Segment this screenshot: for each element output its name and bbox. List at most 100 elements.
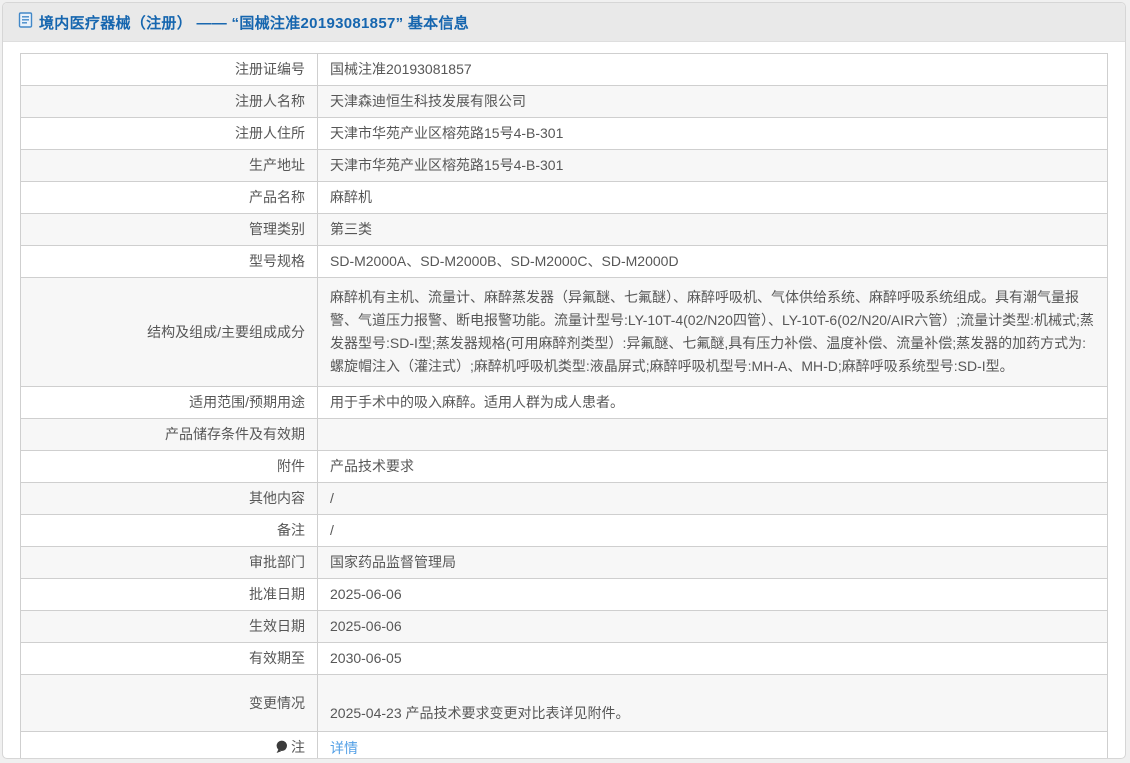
field-label: 型号规格: [249, 253, 305, 269]
table-row: 批准日期 2025-06-06: [20, 578, 1108, 611]
field-value-cell: 产品技术要求: [317, 450, 1108, 483]
balloon-icon: [275, 740, 288, 758]
field-value: 国家药品监督管理局: [330, 554, 456, 570]
field-value-cell: 麻醉机: [317, 181, 1108, 214]
registration-table: 注册证编号 国械注准20193081857 注册人名称 天津森迪恒生科技发展有限公司注…: [20, 53, 1108, 758]
field-value: 用于手术中的吸入麻醉。适用人群为成人患者。: [330, 394, 624, 410]
field-value-cell: 2025-06-06: [317, 578, 1108, 611]
field-label: 附件: [277, 458, 305, 474]
field-label-cell: 注册人住所: [20, 117, 318, 150]
field-label: 其他内容: [249, 490, 305, 506]
field-label-cell: 注册证编号: [20, 53, 318, 86]
table-row: 其他内容 /: [20, 482, 1108, 515]
field-value-cell: /: [317, 482, 1108, 515]
field-label: 产品储存条件及有效期: [165, 426, 305, 442]
table-row: 结构及组成/主要组成成分 麻醉机有主机、流量计、麻醉蒸发器（异氟醚、七氟醚）、麻醉…: [20, 277, 1108, 387]
field-label-cell: 注册人名称: [20, 85, 318, 118]
page-title: 境内医疗器械（注册） —— “国械注准20193081857” 基本信息: [39, 14, 470, 32]
field-label: 有效期至: [249, 650, 305, 666]
table-row: 注册人名称 天津森迪恒生科技发展有限公司: [20, 85, 1108, 118]
field-label-cell: 批准日期: [20, 578, 318, 611]
field-value: 麻醉机: [330, 189, 372, 205]
table-row: 变更情况 2025-04-23 产品技术要求变更对比表详见附件。: [20, 674, 1108, 732]
field-value: /: [330, 522, 334, 538]
table-row: 产品储存条件及有效期: [20, 418, 1108, 451]
field-label-cell: 附件: [20, 450, 318, 483]
field-value: 2030-06-05: [330, 650, 402, 666]
field-label-cell: 注: [20, 731, 318, 758]
table-row: 注 详情: [20, 731, 1108, 758]
field-label-cell: 有效期至: [20, 642, 318, 675]
field-value-cell: [317, 418, 1108, 451]
field-value-cell: 国家药品监督管理局: [317, 546, 1108, 579]
field-value-cell: 第三类: [317, 213, 1108, 246]
field-value-cell: 天津森迪恒生科技发展有限公司: [317, 85, 1108, 118]
field-label-cell: 结构及组成/主要组成成分: [20, 277, 318, 387]
table-row: 管理类别 第三类: [20, 213, 1108, 246]
field-label: 注册人名称: [235, 93, 305, 109]
field-label-cell: 生效日期: [20, 610, 318, 643]
field-value-cell: SD-M2000A、SD-M2000B、SD-M2000C、SD-M2000D: [317, 245, 1108, 278]
field-value: 麻醉机有主机、流量计、麻醉蒸发器（异氟醚、七氟醚）、麻醉呼吸机、气体供给系统、麻…: [330, 289, 1094, 374]
field-label: 生效日期: [249, 618, 305, 634]
field-value-cell: 2030-06-05: [317, 642, 1108, 675]
field-value-cell: 2025-04-23 产品技术要求变更对比表详见附件。: [317, 674, 1108, 732]
field-label-cell: 生产地址: [20, 149, 318, 182]
field-label: 批准日期: [249, 586, 305, 602]
field-label-cell: 变更情况: [20, 674, 318, 732]
field-value-cell: 国械注准20193081857: [317, 53, 1108, 86]
field-label-cell: 产品名称: [20, 181, 318, 214]
field-value: 2025-04-23 产品技术要求变更对比表详见附件。: [330, 705, 630, 721]
document-icon: [18, 11, 33, 33]
field-value: SD-M2000A、SD-M2000B、SD-M2000C、SD-M2000D: [330, 253, 679, 269]
field-value: 2025-06-06: [330, 618, 402, 634]
table-row: 型号规格 SD-M2000A、SD-M2000B、SD-M2000C、SD-M20…: [20, 245, 1108, 278]
field-value: 天津森迪恒生科技发展有限公司: [330, 93, 526, 109]
field-label-cell: 管理类别: [20, 213, 318, 246]
field-label: 审批部门: [249, 554, 305, 570]
field-value: 天津市华苑产业区榕苑路15号4-B-301: [330, 125, 564, 141]
field-value: 第三类: [330, 221, 372, 237]
field-label-cell: 备注: [20, 514, 318, 547]
field-label-cell: 审批部门: [20, 546, 318, 579]
field-value-cell: 天津市华苑产业区榕苑路15号4-B-301: [317, 117, 1108, 150]
table-row: 附件 产品技术要求: [20, 450, 1108, 483]
table-row: 注册证编号 国械注准20193081857: [20, 53, 1108, 86]
registration-panel: 境内医疗器械（注册） —— “国械注准20193081857” 基本信息 注册证…: [2, 2, 1126, 759]
panel-header: 境内医疗器械（注册） —— “国械注准20193081857” 基本信息: [3, 3, 1125, 42]
field-label-cell: 其他内容: [20, 482, 318, 515]
panel-body: 注册证编号 国械注准20193081857 注册人名称 天津森迪恒生科技发展有限公司注…: [3, 42, 1125, 758]
table-row: 审批部门 国家药品监督管理局: [20, 546, 1108, 579]
field-value-cell: 麻醉机有主机、流量计、麻醉蒸发器（异氟醚、七氟醚）、麻醉呼吸机、气体供给系统、麻…: [317, 277, 1108, 387]
field-label: 管理类别: [249, 221, 305, 237]
table-row: 有效期至 2030-06-05: [20, 642, 1108, 675]
field-value: 国械注准20193081857: [330, 61, 472, 77]
field-value-cell: 用于手术中的吸入麻醉。适用人群为成人患者。: [317, 386, 1108, 419]
field-label: 结构及组成/主要组成成分: [147, 323, 305, 340]
field-label: 适用范围/预期用途: [189, 394, 305, 410]
field-label: 注: [291, 739, 305, 755]
field-value-cell: 详情: [317, 731, 1108, 758]
field-label: 注册证编号: [235, 61, 305, 77]
field-label: 产品名称: [249, 189, 305, 205]
field-value: 天津市华苑产业区榕苑路15号4-B-301: [330, 157, 564, 173]
field-value: /: [330, 490, 334, 506]
field-label-cell: 产品储存条件及有效期: [20, 418, 318, 451]
table-row: 生效日期 2025-06-06: [20, 610, 1108, 643]
field-label: 备注: [277, 522, 305, 538]
table-row: 生产地址 天津市华苑产业区榕苑路15号4-B-301: [20, 149, 1108, 182]
detail-link[interactable]: 详情: [330, 740, 358, 756]
field-label-cell: 型号规格: [20, 245, 318, 278]
field-label: 变更情况: [249, 694, 305, 711]
field-value-cell: /: [317, 514, 1108, 547]
table-row: 注册人住所 天津市华苑产业区榕苑路15号4-B-301: [20, 117, 1108, 150]
table-row: 适用范围/预期用途 用于手术中的吸入麻醉。适用人群为成人患者。: [20, 386, 1108, 419]
field-value: 2025-06-06: [330, 586, 402, 602]
table-row: 备注 /: [20, 514, 1108, 547]
table-row: 产品名称 麻醉机: [20, 181, 1108, 214]
field-value-cell: 天津市华苑产业区榕苑路15号4-B-301: [317, 149, 1108, 182]
field-label-cell: 适用范围/预期用途: [20, 386, 318, 419]
field-label: 生产地址: [249, 157, 305, 173]
field-label: 注册人住所: [235, 125, 305, 141]
field-value: 产品技术要求: [330, 458, 414, 474]
